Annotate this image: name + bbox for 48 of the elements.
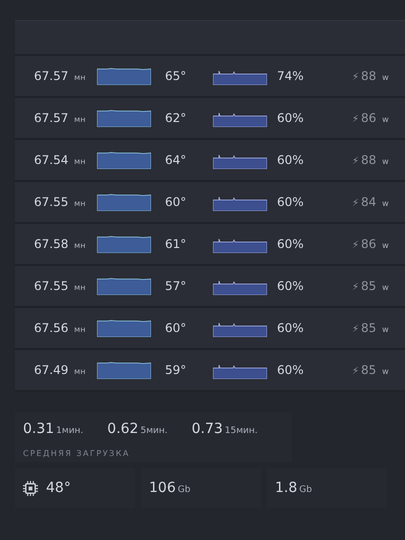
- temperature-sparkline: [97, 67, 151, 85]
- load-value: 0.62 5мин.: [107, 421, 168, 437]
- power-text: ⚡ 85 w: [352, 321, 389, 335]
- hashrate-text: 67.58 мн: [34, 237, 86, 251]
- fan-text: 60%: [277, 321, 305, 335]
- cpu-temperature-text: 48°: [46, 480, 71, 496]
- temperature-text: 64°: [165, 153, 188, 167]
- power-text: ⚡ 86 w: [352, 111, 389, 125]
- temperature-sparkline: [97, 277, 151, 295]
- hashrate-text: 67.55 мн: [34, 279, 86, 293]
- temperature-text: 61°: [165, 237, 188, 251]
- power-text: ⚡ 85 w: [352, 279, 389, 293]
- load-value: 0.73 15мин.: [192, 421, 258, 437]
- fan-text: 60%: [277, 363, 305, 377]
- hashrate-text: 67.49 мн: [34, 363, 86, 377]
- temperature-text: 62°: [165, 111, 188, 125]
- temperature-sparkline: [97, 193, 151, 211]
- temperature-text: 57°: [165, 279, 188, 293]
- power-text: ⚡ 88 w: [352, 153, 389, 167]
- fan-text: 60%: [277, 237, 305, 251]
- hashrate-text: 67.55 мн: [34, 195, 86, 209]
- fan-text: 60%: [277, 153, 305, 167]
- power-text: ⚡ 85 w: [352, 363, 389, 377]
- stat-value: 1.8 Gb: [275, 480, 312, 496]
- hashrate-text: 67.57 мн: [34, 111, 86, 125]
- load-value: 0.31 1мин.: [23, 421, 84, 437]
- power-text: ⚡ 86 w: [352, 237, 389, 251]
- stat-value: 106 Gb: [149, 480, 190, 496]
- power-text: ⚡ 84 w: [352, 195, 389, 209]
- hashrate-text: 67.54 мн: [34, 153, 86, 167]
- hashrate-text: 67.56 мн: [34, 321, 86, 335]
- temperature-text: 60°: [165, 195, 188, 209]
- fan-text: 60%: [277, 279, 305, 293]
- power-text: ⚡ 88 w: [352, 69, 389, 83]
- chip-icon: [23, 480, 38, 496]
- temperature-sparkline: [97, 319, 151, 337]
- temperature-sparkline: [97, 151, 151, 169]
- temperature-sparkline: [97, 235, 151, 253]
- fan-text: 60%: [277, 195, 305, 209]
- fan-text: 74%: [277, 69, 305, 83]
- temperature-text: 59°: [165, 363, 188, 377]
- temperature-text: 60°: [165, 321, 188, 335]
- fan-text: 60%: [277, 111, 305, 125]
- hashrate-text: 67.57 мн: [34, 69, 86, 83]
- temperature-sparkline: [97, 109, 151, 127]
- load-average-label: СРЕДНЯЯ ЗАГРУЗКА: [23, 449, 131, 458]
- temperature-text: 65°: [165, 69, 188, 83]
- temperature-sparkline: [97, 361, 151, 379]
